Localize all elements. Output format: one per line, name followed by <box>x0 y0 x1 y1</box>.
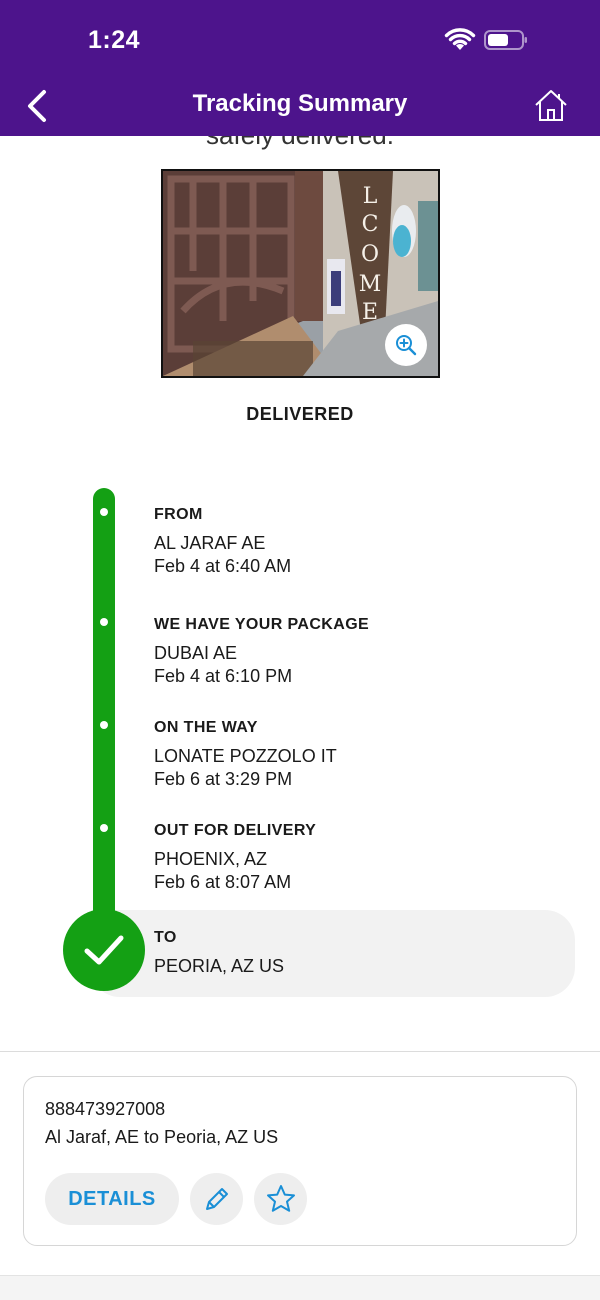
section-divider <box>0 1051 600 1052</box>
battery-icon <box>484 30 527 50</box>
tracking-content[interactable]: safely delivered. L C O M E <box>0 136 600 1300</box>
timeline-dot <box>100 618 108 626</box>
svg-text:L: L <box>363 184 378 209</box>
edit-button[interactable] <box>190 1173 243 1225</box>
tracking-number: 888473927008 <box>45 1099 166 1119</box>
shipment-route: Al Jaraf, AE to Peoria, AZ US <box>45 1127 279 1147</box>
event-title: OUT FOR DELIVERY <box>154 822 317 839</box>
checkmark-icon <box>84 935 124 965</box>
event-location: DUBAI AE <box>154 643 238 663</box>
svg-text:M: M <box>359 272 382 297</box>
shipment-card[interactable]: 888473927008 Al Jaraf, AE to Peoria, AZ … <box>23 1076 577 1246</box>
timeline-event-on-the-way: ON THE WAY LONATE POZZOLO IT Feb 6 at 3:… <box>154 719 337 791</box>
event-date: Feb 6 at 8:07 AM <box>154 872 292 892</box>
home-icon[interactable] <box>532 86 570 124</box>
event-date: Feb 4 at 6:10 PM <box>154 666 293 686</box>
event-location: PEORIA, AZ US <box>154 956 285 976</box>
star-icon <box>266 1185 295 1212</box>
event-title: TO <box>154 929 177 946</box>
page-title: Tracking Summary <box>192 90 408 117</box>
event-title: ON THE WAY <box>154 719 258 736</box>
svg-text:O: O <box>361 242 379 267</box>
delivery-message: safely delivered. <box>0 136 600 151</box>
status-time: 1:24 <box>88 26 141 54</box>
timeline-event-picked-up: WE HAVE YOUR PACKAGE DUBAI AE Feb 4 at 6… <box>154 616 369 688</box>
zoom-in-icon <box>396 335 417 356</box>
timeline-event-to: TO PEORIA, AZ US <box>154 929 284 978</box>
event-location: PHOENIX, AZ <box>154 849 268 869</box>
bottom-section <box>0 1275 600 1300</box>
timeline-dot <box>100 721 108 729</box>
event-location: LONATE POZZOLO IT <box>154 746 337 766</box>
event-date: Feb 4 at 6:40 AM <box>154 556 292 576</box>
svg-text:C: C <box>362 212 379 237</box>
timeline-dot <box>100 824 108 832</box>
zoom-button[interactable] <box>385 324 427 366</box>
details-button[interactable]: DETAILS <box>45 1173 179 1225</box>
pencil-icon <box>205 1188 228 1210</box>
delivery-status: DELIVERED <box>246 404 354 424</box>
event-title: FROM <box>154 506 203 523</box>
timeline-progress-bar <box>93 488 115 948</box>
delivery-photo[interactable]: L C O M E <box>161 169 440 378</box>
event-location: AL JARAF AE <box>154 533 266 553</box>
app-header: 1:24 Tracking Summary <box>0 0 600 136</box>
timeline-event-from: FROM AL JARAF AE Feb 4 at 6:40 AM <box>154 506 291 578</box>
timeline-event-out-for-delivery: OUT FOR DELIVERY PHOENIX, AZ Feb 6 at 8:… <box>154 822 316 894</box>
favorite-button[interactable] <box>254 1173 307 1225</box>
event-date: Feb 6 at 3:29 PM <box>154 769 293 789</box>
delivered-check <box>63 909 145 991</box>
wifi-icon <box>444 28 476 50</box>
event-title: WE HAVE YOUR PACKAGE <box>154 616 370 633</box>
timeline-dot <box>100 508 108 516</box>
